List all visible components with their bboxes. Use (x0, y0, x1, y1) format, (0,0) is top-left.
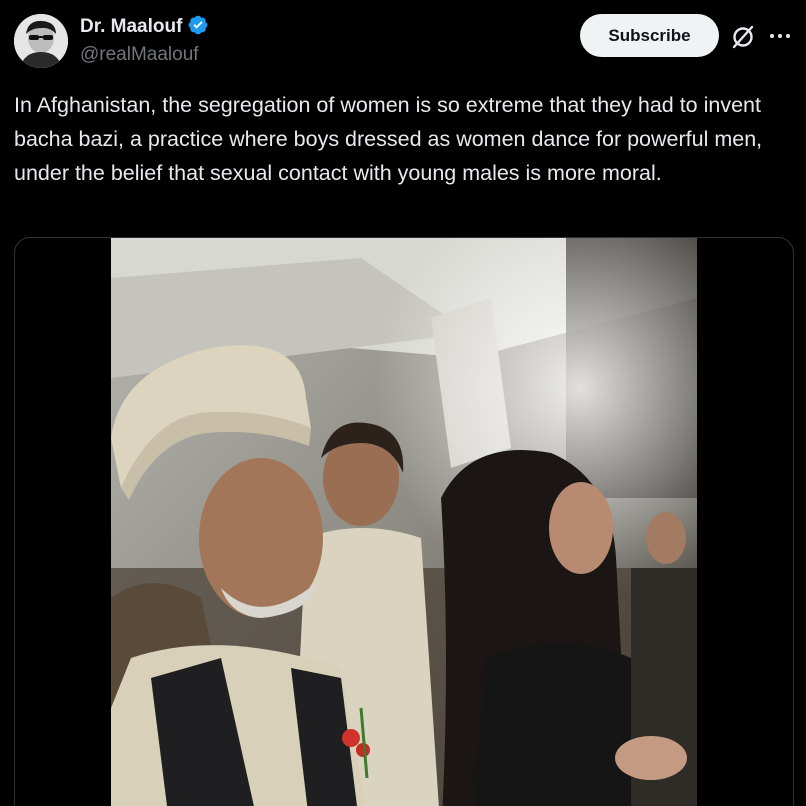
author-display-name[interactable]: Dr. Maalouf (80, 16, 182, 38)
tweet: Dr. Maalouf @realMaalouf Subscribe In Af… (0, 0, 806, 806)
grok-icon[interactable] (730, 24, 756, 50)
author-avatar[interactable] (14, 14, 68, 68)
more-horizontal-icon[interactable] (766, 24, 794, 48)
subscribe-button[interactable]: Subscribe (580, 14, 719, 57)
verified-badge-icon (187, 14, 209, 41)
tweet-text: In Afghanistan, the segregation of women… (14, 93, 763, 185)
author-handle[interactable]: @realMaalouf (80, 44, 199, 66)
video-player[interactable] (111, 238, 697, 806)
video-frame (111, 238, 697, 806)
media-container[interactable] (14, 237, 794, 806)
author-name-row[interactable]: Dr. Maalouf (80, 14, 209, 40)
